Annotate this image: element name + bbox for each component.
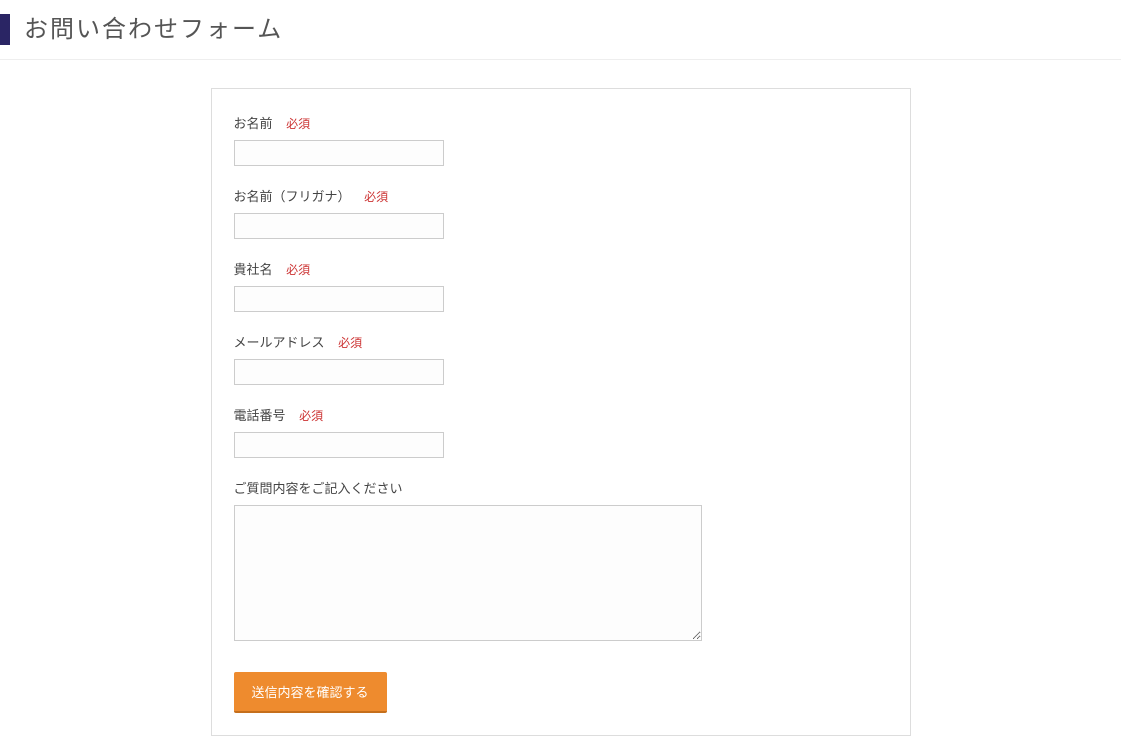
input-question[interactable] xyxy=(234,505,702,641)
label-question-text: ご質問内容をご記入ください xyxy=(234,481,403,496)
label-name-kana-text: お名前（フリガナ） xyxy=(234,189,351,204)
field-name: お名前 必須 xyxy=(234,113,888,166)
contact-form: お名前 必須 お名前（フリガナ） 必須 貴社名 必須 メールアドレス 必須 xyxy=(211,88,911,736)
field-question: ご質問内容をご記入ください xyxy=(234,478,888,646)
required-badge: 必須 xyxy=(338,336,362,350)
page-title-bar: お問い合わせフォーム xyxy=(0,0,1121,60)
required-badge: 必須 xyxy=(364,190,388,204)
label-name-kana: お名前（フリガナ） 必須 xyxy=(234,186,888,205)
input-name-kana[interactable] xyxy=(234,213,444,239)
label-question: ご質問内容をご記入ください xyxy=(234,478,888,497)
submit-button[interactable]: 送信内容を確認する xyxy=(234,672,387,713)
page-title: お問い合わせフォーム xyxy=(0,14,1121,45)
label-name: お名前 必須 xyxy=(234,113,888,132)
required-badge: 必須 xyxy=(286,263,310,277)
field-phone: 電話番号 必須 xyxy=(234,405,888,458)
field-email: メールアドレス 必須 xyxy=(234,332,888,385)
label-email: メールアドレス 必須 xyxy=(234,332,888,351)
label-email-text: メールアドレス xyxy=(234,335,325,350)
required-badge: 必須 xyxy=(299,409,323,423)
label-phone-text: 電話番号 xyxy=(234,408,286,423)
label-phone: 電話番号 必須 xyxy=(234,405,888,424)
input-email[interactable] xyxy=(234,359,444,385)
field-company: 貴社名 必須 xyxy=(234,259,888,312)
label-company-text: 貴社名 xyxy=(234,262,273,277)
label-company: 貴社名 必須 xyxy=(234,259,888,278)
label-name-text: お名前 xyxy=(234,116,273,131)
field-name-kana: お名前（フリガナ） 必須 xyxy=(234,186,888,239)
input-company[interactable] xyxy=(234,286,444,312)
required-badge: 必須 xyxy=(286,117,310,131)
input-phone[interactable] xyxy=(234,432,444,458)
input-name[interactable] xyxy=(234,140,444,166)
